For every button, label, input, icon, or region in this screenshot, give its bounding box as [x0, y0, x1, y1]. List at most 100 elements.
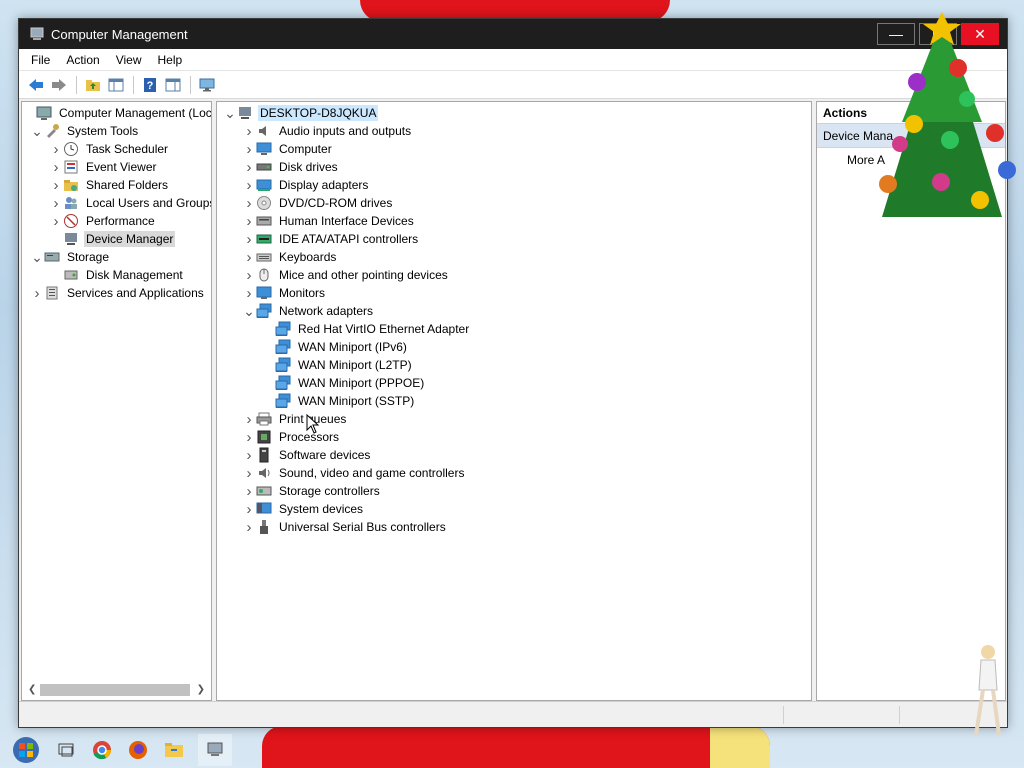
- tree-item-label: Keyboards: [279, 250, 337, 264]
- chevron-right-icon[interactable]: ›: [30, 284, 44, 302]
- device-item-wan-miniport-pppoe[interactable]: WAN Miniport (PPPOE): [261, 374, 426, 392]
- device-item-storage-controllers[interactable]: › Storage controllers: [242, 482, 382, 500]
- chevron-right-icon[interactable]: ›: [242, 284, 256, 302]
- console-tree-item-shared-folders[interactable]: › Shared Folders: [49, 176, 170, 194]
- console-tree-item-system-tools[interactable]: ⌄ System Tools: [30, 122, 140, 140]
- content-area: ❮ ❯ Computer Management (Local ⌄ System To…: [19, 101, 1007, 701]
- chevron-right-icon[interactable]: ›: [242, 212, 256, 230]
- device-item-wan-miniport-sstp[interactable]: WAN Miniport (SSTP): [261, 392, 416, 410]
- clock-icon: [63, 141, 79, 157]
- device-item-keyboards[interactable]: › Keyboards: [242, 248, 338, 266]
- chevron-down-icon[interactable]: ⌄: [223, 104, 237, 122]
- device-item-sound-video-and-game-controllers[interactable]: › Sound, video and game controllers: [242, 464, 466, 482]
- chevron-down-icon[interactable]: ⌄: [30, 122, 44, 140]
- device-item-mice-and-other-pointing-devices[interactable]: › Mice and other pointing devices: [242, 266, 450, 284]
- device-item-audio-inputs-and-outputs[interactable]: › Audio inputs and outputs: [242, 122, 413, 140]
- chevron-right-icon[interactable]: ›: [242, 518, 256, 536]
- device-item-processors[interactable]: › Processors: [242, 428, 341, 446]
- computer-management-taskbar-icon[interactable]: [198, 734, 232, 766]
- device-item-red-hat-virtio-ethernet-adapter[interactable]: Red Hat VirtIO Ethernet Adapter: [261, 320, 471, 338]
- firefox-icon[interactable]: [126, 738, 150, 762]
- device-item-monitors[interactable]: › Monitors: [242, 284, 327, 302]
- task-view-icon[interactable]: [54, 738, 78, 762]
- console-tree-item-task-scheduler[interactable]: › Task Scheduler: [49, 140, 170, 158]
- chevron-right-icon[interactable]: ›: [242, 428, 256, 446]
- up-folder-icon[interactable]: [82, 74, 104, 96]
- help-icon[interactable]: ?: [139, 74, 161, 96]
- chevron-down-icon[interactable]: ⌄: [30, 248, 44, 266]
- device-item-universal-serial-bus-controllers[interactable]: › Universal Serial Bus controllers: [242, 518, 448, 536]
- menu-help[interactable]: Help: [150, 51, 191, 69]
- tree-item-label: Storage controllers: [279, 484, 380, 498]
- device-item-human-interface-devices[interactable]: › Human Interface Devices: [242, 212, 416, 230]
- title-bar[interactable]: Computer Management — ☐ ✕: [19, 19, 1007, 49]
- chevron-right-icon[interactable]: ›: [242, 194, 256, 212]
- computer-management-app-icon: [30, 27, 44, 40]
- console-tree-item-services-and-applications[interactable]: › Services and Applications: [30, 284, 206, 302]
- device-item-print-queues[interactable]: › Print queues: [242, 410, 348, 428]
- root-computer-icon: [237, 105, 253, 121]
- scroll-right-icon[interactable]: ❯: [197, 684, 205, 695]
- horizontal-scrollbar[interactable]: ❮ ❯: [24, 681, 209, 698]
- chevron-right-icon[interactable]: ›: [242, 248, 256, 266]
- device-item-network-adapters[interactable]: ⌄ Network adapters: [242, 302, 375, 320]
- console-tree-item-local-users-and-groups[interactable]: › Local Users and Groups: [49, 194, 212, 212]
- start-orb-icon[interactable]: [10, 734, 42, 766]
- device-item-disk-drives[interactable]: › Disk drives: [242, 158, 340, 176]
- disk-drive-icon: [256, 159, 272, 175]
- tree-item-label: Device Manager: [84, 231, 176, 247]
- chevron-right-icon[interactable]: ›: [49, 158, 63, 176]
- device-item-ide-ata-atapi-controllers[interactable]: › IDE ATA/ATAPI controllers: [242, 230, 420, 248]
- chevron-right-icon[interactable]: ›: [49, 176, 63, 194]
- chevron-right-icon[interactable]: ›: [49, 212, 63, 230]
- forward-arrow-icon[interactable]: [48, 74, 70, 96]
- chevron-right-icon[interactable]: ›: [242, 140, 256, 158]
- menu-action[interactable]: Action: [58, 51, 107, 69]
- chevron-right-icon[interactable]: ›: [242, 266, 256, 284]
- device-item-software-devices[interactable]: › Software devices: [242, 446, 372, 464]
- console-tree-item-storage[interactable]: ⌄ Storage: [30, 248, 111, 266]
- device-item-system-devices[interactable]: › System devices: [242, 500, 365, 518]
- device-tree-root[interactable]: ⌄ DESKTOP-D8JQKUA: [223, 104, 379, 122]
- show-hide-console-tree-icon[interactable]: [105, 74, 127, 96]
- chrome-icon[interactable]: [90, 738, 114, 762]
- device-item-display-adapters[interactable]: › Display adapters: [242, 176, 370, 194]
- chevron-right-icon[interactable]: ›: [242, 158, 256, 176]
- file-explorer-icon[interactable]: [162, 738, 186, 762]
- chevron-right-icon[interactable]: ›: [49, 140, 63, 158]
- console-tree-item-computer-management-local[interactable]: Computer Management (Local: [22, 104, 211, 122]
- hid-icon: [256, 213, 272, 229]
- console-tree-item-event-viewer[interactable]: › Event Viewer: [49, 158, 158, 176]
- device-tree-panel: ⌄ DESKTOP-D8JQKUA › Audio inputs and output…: [216, 101, 812, 701]
- console-tree-item-disk-management[interactable]: Disk Management: [49, 266, 185, 284]
- scrollbar-thumb[interactable]: [40, 683, 190, 696]
- chevron-right-icon[interactable]: ›: [49, 194, 63, 212]
- chevron-down-icon[interactable]: ⌄: [242, 302, 256, 320]
- chevron-right-icon[interactable]: ›: [242, 410, 256, 428]
- chevron-right-icon[interactable]: ›: [242, 500, 256, 518]
- device-item-computer[interactable]: › Computer: [242, 140, 334, 158]
- device-item-wan-miniport-ipv6[interactable]: WAN Miniport (IPv6): [261, 338, 409, 356]
- monitor-icon[interactable]: [196, 74, 218, 96]
- mouse-cursor-icon: [306, 414, 320, 434]
- chevron-right-icon[interactable]: ›: [242, 230, 256, 248]
- device-item-dvd-cd-rom-drives[interactable]: › DVD/CD-ROM drives: [242, 194, 394, 212]
- network-adapter-icon: [275, 339, 291, 355]
- console-tree-item-performance[interactable]: › Performance: [49, 212, 157, 230]
- status-bar-divider: [783, 706, 784, 724]
- chevron-right-icon[interactable]: ›: [242, 464, 256, 482]
- scroll-left-icon[interactable]: ❮: [28, 684, 36, 695]
- chevron-right-icon[interactable]: ›: [242, 176, 256, 194]
- console-tree-item-device-manager[interactable]: Device Manager: [49, 230, 176, 248]
- chevron-right-icon[interactable]: ›: [242, 446, 256, 464]
- chevron-right-icon[interactable]: ›: [242, 122, 256, 140]
- device-item-wan-miniport-l2tp[interactable]: WAN Miniport (L2TP): [261, 356, 414, 374]
- menu-file[interactable]: File: [23, 51, 58, 69]
- back-arrow-icon[interactable]: [25, 74, 47, 96]
- menu-view[interactable]: View: [108, 51, 150, 69]
- chevron-right-icon[interactable]: ›: [242, 482, 256, 500]
- properties-icon[interactable]: [162, 74, 184, 96]
